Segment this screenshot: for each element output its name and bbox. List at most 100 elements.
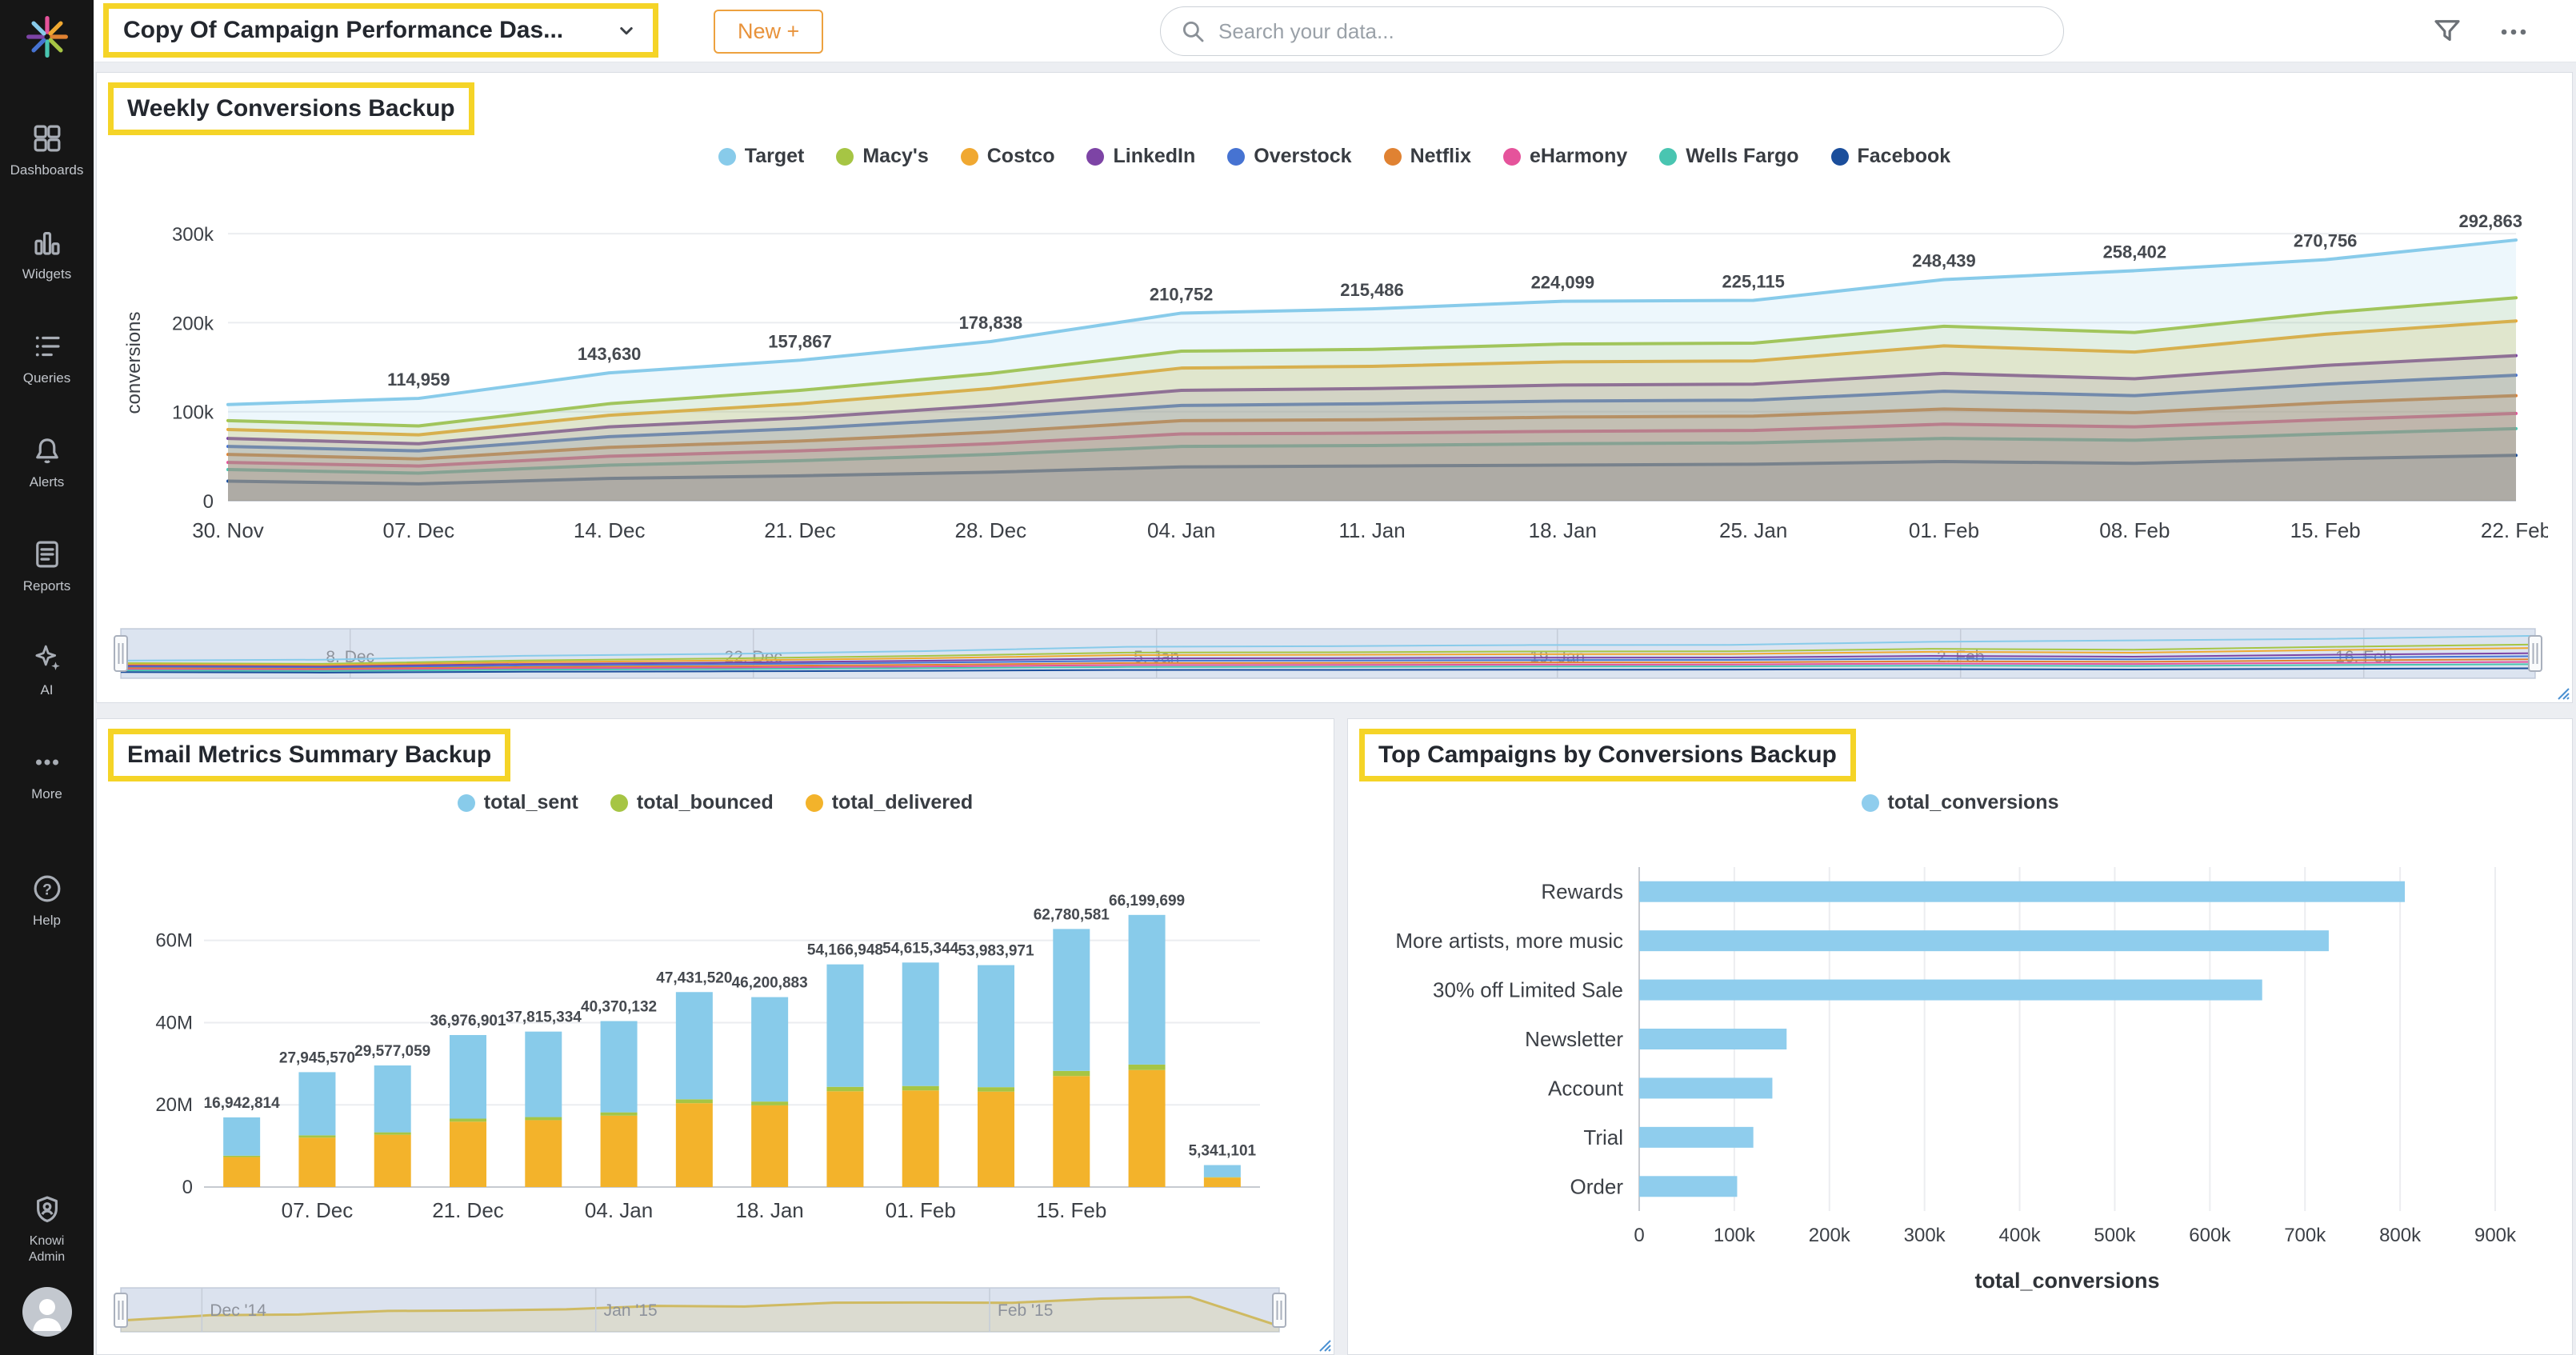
svg-text:157,867: 157,867 xyxy=(768,331,832,351)
email-chart-navigator[interactable]: Dec '14 Jan '15 Feb '15 xyxy=(108,1284,1292,1340)
svg-text:36,976,901: 36,976,901 xyxy=(430,1013,506,1029)
legend-item-total-delivered[interactable]: total_delivered xyxy=(805,791,974,814)
sidebar-item-queries[interactable]: Queries xyxy=(0,306,94,410)
svg-text:Feb '15: Feb '15 xyxy=(998,1301,1053,1320)
legend-item-total-conversions[interactable]: total_conversions xyxy=(1861,791,2058,814)
svg-text:Dec '14: Dec '14 xyxy=(210,1301,266,1320)
svg-text:258,402: 258,402 xyxy=(2103,242,2167,262)
svg-text:900k: 900k xyxy=(2474,1225,2517,1246)
legend-item-wells-fargo[interactable]: Wells Fargo xyxy=(1659,145,1799,168)
search-input[interactable] xyxy=(1160,6,2064,56)
legend-swatch xyxy=(1383,147,1402,166)
sidebar-item-label: Widgets xyxy=(22,266,72,282)
panel-weekly-conversions: Weekly Conversions Backup Target Macy's Co… xyxy=(96,72,2573,703)
svg-text:37,815,334: 37,815,334 xyxy=(506,1009,582,1026)
resize-grip-icon[interactable] xyxy=(1315,1336,1331,1352)
legend-swatch xyxy=(1659,147,1678,166)
svg-text:200k: 200k xyxy=(1809,1225,1851,1246)
svg-text:11. Jan: 11. Jan xyxy=(1338,518,1405,542)
legend-label: Facebook xyxy=(1857,145,1951,167)
svg-text:28. Dec: 28. Dec xyxy=(955,518,1027,542)
legend-label: Costco xyxy=(986,145,1055,167)
svg-text:?: ? xyxy=(42,881,52,898)
svg-text:Jan '15: Jan '15 xyxy=(604,1301,658,1320)
legend-swatch xyxy=(836,147,854,166)
nav-handle-left[interactable] xyxy=(114,635,128,672)
legend-item-facebook[interactable]: Facebook xyxy=(1830,145,1951,168)
legend-item-macy-s[interactable]: Macy's xyxy=(836,145,929,168)
sidebar-item-label: Knowi Admin xyxy=(28,1234,66,1264)
sidebar-item-help[interactable]: ? Help xyxy=(0,848,94,952)
legend-item-overstock[interactable]: Overstock xyxy=(1227,145,1352,168)
nav-handle-right[interactable] xyxy=(2528,635,2542,672)
svg-text:07. Dec: 07. Dec xyxy=(383,518,455,542)
legend-item-netflix[interactable]: Netflix xyxy=(1383,145,1471,168)
sidebar-item-dashboards[interactable]: Dashboards xyxy=(0,98,94,202)
email-metrics-chart[interactable]: 0 20M 40M 60M 16,942,814 27,945,570 29,577,059… xyxy=(108,835,1292,1227)
user-avatar[interactable] xyxy=(22,1286,73,1337)
legend-swatch xyxy=(1861,793,1879,812)
svg-text:292,863: 292,863 xyxy=(2458,211,2522,231)
legend-label: Wells Fargo xyxy=(1686,145,1799,167)
svg-text:100k: 100k xyxy=(1714,1225,1756,1246)
dashboard-title-dropdown[interactable]: Copy Of Campaign Performance Das... xyxy=(103,3,658,58)
legend-swatch xyxy=(610,793,628,812)
legend-item-eharmony[interactable]: eHarmony xyxy=(1502,145,1627,168)
svg-text:100k: 100k xyxy=(172,402,214,424)
campaigns-panel-title: Top Campaigns by Conversions Backup xyxy=(1359,729,1856,781)
nav-handle-right[interactable] xyxy=(1272,1293,1286,1328)
svg-text:08. Feb: 08. Feb xyxy=(2099,518,2170,542)
sidebar-item-more[interactable]: More xyxy=(0,721,94,825)
weekly-conversions-chart[interactable]: 0 100k 200k 300k 30. Nov 07. Dec 14. Dec 21. De… xyxy=(108,189,2548,550)
svg-text:66,199,699: 66,199,699 xyxy=(1109,893,1185,909)
sidebar-item-knowi-admin[interactable]: Knowi Admin xyxy=(0,1185,94,1273)
legend-item-costco[interactable]: Costco xyxy=(960,145,1055,168)
legend-item-total-sent[interactable]: total_sent xyxy=(457,791,578,814)
search-box xyxy=(1160,6,2064,56)
svg-text:210,752: 210,752 xyxy=(1150,284,1214,304)
top-campaigns-chart[interactable]: 0 100k 200k 300k 400k 500k 600k 700k 800k 900k Rew… xyxy=(1359,835,2543,1299)
resize-grip-icon[interactable] xyxy=(2554,684,2570,700)
legend-label: total_delivered xyxy=(831,791,974,813)
legend-item-total-bounced[interactable]: total_bounced xyxy=(610,791,774,814)
svg-text:27,945,570: 27,945,570 xyxy=(279,1049,355,1066)
svg-text:600k: 600k xyxy=(2189,1225,2231,1246)
legend-item-linkedin[interactable]: LinkedIn xyxy=(1086,145,1195,168)
knowi-logo-icon[interactable] xyxy=(25,14,70,59)
legend-label: LinkedIn xyxy=(1113,145,1196,167)
legend-label: total_bounced xyxy=(636,791,774,813)
svg-text:500k: 500k xyxy=(2094,1225,2136,1246)
svg-text:5,341,101: 5,341,101 xyxy=(1189,1143,1257,1160)
svg-text:54,615,344: 54,615,344 xyxy=(882,940,959,957)
sidebar-item-label: Queries xyxy=(22,370,71,386)
nav-handle-left[interactable] xyxy=(114,1293,128,1328)
legend-swatch xyxy=(1502,147,1521,166)
ai-sparkle-icon xyxy=(30,642,64,675)
svg-text:14. Dec: 14. Dec xyxy=(574,518,646,542)
weekly-chart-navigator[interactable]: 8. Dec 22. Dec 5. Jan 19. Jan 2. Feb 16. Feb xyxy=(108,624,2548,688)
svg-text:01. Feb: 01. Feb xyxy=(1909,518,1979,542)
topbar: Copy Of Campaign Performance Das... New … xyxy=(94,0,2576,62)
sidebar-item-alerts[interactable]: Alerts xyxy=(0,410,94,514)
sidebar-item-widgets[interactable]: Widgets xyxy=(0,202,94,306)
main-area: Copy Of Campaign Performance Das... New … xyxy=(94,0,2576,1355)
svg-text:400k: 400k xyxy=(1999,1225,2042,1246)
svg-text:300k: 300k xyxy=(1904,1225,1946,1246)
filter-funnel-icon[interactable] xyxy=(2430,14,2464,48)
legend-item-target[interactable]: Target xyxy=(718,145,804,168)
svg-text:Rewards: Rewards xyxy=(1541,880,1623,904)
queries-icon xyxy=(30,330,64,363)
svg-text:40M: 40M xyxy=(155,1012,193,1033)
svg-text:0: 0 xyxy=(1634,1225,1644,1246)
topbar-more-icon[interactable] xyxy=(2496,14,2531,50)
sidebar-item-ai[interactable]: AI xyxy=(0,618,94,721)
svg-text:0: 0 xyxy=(203,491,214,513)
search-icon xyxy=(1182,21,1204,42)
legend-label: Macy's xyxy=(862,145,929,167)
legend-swatch xyxy=(718,147,736,166)
sidebar-item-label: Help xyxy=(33,912,61,928)
sidebar-item-reports[interactable]: Reports xyxy=(0,514,94,618)
new-button[interactable]: New + xyxy=(714,10,824,54)
weekly-panel-title: Weekly Conversions Backup xyxy=(108,82,474,135)
svg-text:178,838: 178,838 xyxy=(959,313,1023,333)
